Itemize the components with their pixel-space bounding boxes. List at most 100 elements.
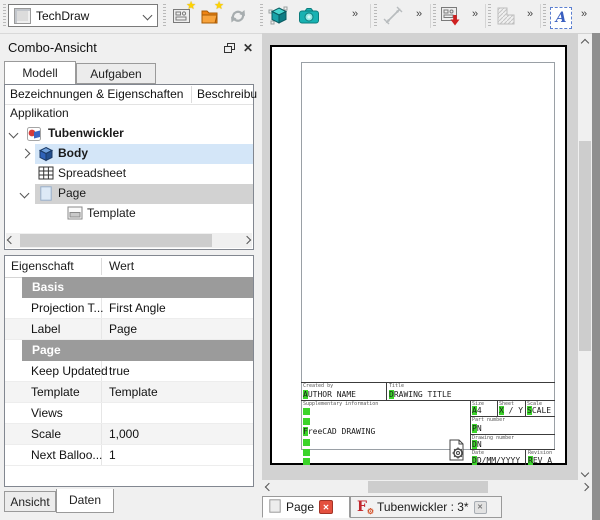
property-value[interactable]: Page bbox=[109, 322, 137, 336]
combo-view-panel: Combo-Ansicht ✕ Modell Aufgaben Bezeichn… bbox=[0, 36, 258, 520]
vertical-scrollbar[interactable] bbox=[578, 34, 592, 480]
tab-ansicht[interactable]: Ansicht bbox=[4, 491, 56, 512]
property-row[interactable]: Template Template bbox=[5, 382, 253, 403]
property-value[interactable]: First Angle bbox=[109, 301, 166, 315]
tree-item-document[interactable]: Tubenwickler bbox=[5, 124, 253, 144]
toolbar-overflow-button[interactable]: » bbox=[352, 8, 357, 20]
size-value[interactable]: A4 bbox=[472, 406, 482, 415]
scrollbar-thumb[interactable] bbox=[20, 234, 212, 247]
drawing-view-area[interactable]: Created by AUTHOR NAME Title DRAWING TIT… bbox=[262, 33, 592, 520]
expander-down-icon[interactable] bbox=[9, 129, 19, 139]
part-number-value[interactable]: PN bbox=[472, 424, 482, 433]
tree-item-body[interactable]: Body bbox=[5, 144, 253, 164]
tree-item-page[interactable]: Page bbox=[5, 184, 253, 204]
revision-value[interactable]: REV A bbox=[528, 456, 552, 465]
mdi-tab-label: Page bbox=[286, 500, 314, 514]
property-header-name: Eigenschaft bbox=[11, 259, 74, 273]
expander-down-icon[interactable] bbox=[20, 189, 30, 199]
toolbar-overflow-button[interactable]: » bbox=[581, 8, 586, 20]
toolbar-overflow-button[interactable]: » bbox=[527, 8, 532, 20]
tree-horizontal-scrollbar[interactable] bbox=[6, 233, 252, 248]
property-row[interactable]: Label Page bbox=[5, 319, 253, 340]
mdi-tab-page[interactable]: Page ✕ bbox=[262, 496, 350, 518]
date-value[interactable]: DD/MM/YYYY bbox=[472, 456, 520, 465]
supplementary-value[interactable]: FreeCAD DRAWING bbox=[303, 427, 375, 436]
drawing-number-value[interactable]: DN bbox=[472, 440, 482, 449]
workbench-selector[interactable]: TechDraw bbox=[8, 4, 158, 27]
scroll-down-icon[interactable] bbox=[582, 470, 588, 476]
toolbar-overflow-button[interactable]: » bbox=[416, 8, 421, 20]
editable-field-marker[interactable] bbox=[303, 449, 310, 456]
tab-modell[interactable]: Modell bbox=[4, 61, 76, 84]
toolbar-grip[interactable] bbox=[543, 4, 546, 28]
toolbar-grip[interactable] bbox=[163, 4, 166, 28]
redraw-page-button[interactable] bbox=[225, 3, 251, 29]
tab-aufgaben[interactable]: Aufgaben bbox=[76, 63, 156, 84]
editable-field-marker[interactable] bbox=[303, 408, 310, 415]
horizontal-scrollbar[interactable] bbox=[262, 480, 592, 494]
toolbar-grip[interactable] bbox=[260, 4, 263, 28]
property-value[interactable]: true bbox=[109, 364, 130, 378]
column-divider[interactable] bbox=[101, 258, 102, 275]
close-panel-icon[interactable]: ✕ bbox=[243, 41, 253, 55]
drawing-page[interactable]: Created by AUTHOR NAME Title DRAWING TIT… bbox=[270, 45, 567, 465]
property-value[interactable]: Template bbox=[109, 385, 158, 399]
scroll-right-icon[interactable] bbox=[244, 237, 250, 243]
tree-item-template[interactable]: Template bbox=[5, 204, 253, 224]
property-row[interactable]: Views bbox=[5, 403, 253, 424]
scroll-right-icon[interactable] bbox=[582, 484, 588, 490]
toolbar-grip[interactable] bbox=[3, 4, 6, 28]
toolbar-separator bbox=[540, 4, 541, 28]
property-header[interactable]: Eigenschaft Wert bbox=[5, 256, 253, 278]
annotation-button[interactable]: A bbox=[548, 3, 574, 29]
dimension-icon bbox=[382, 5, 404, 27]
toolbar-grip[interactable] bbox=[488, 4, 491, 28]
export-page-button[interactable] bbox=[438, 3, 464, 29]
title-label: Title bbox=[389, 383, 404, 389]
property-group-basis[interactable]: Basis bbox=[5, 277, 253, 298]
column-divider[interactable] bbox=[191, 86, 192, 103]
toolbar-grip[interactable] bbox=[374, 4, 377, 28]
editable-field-marker[interactable] bbox=[303, 458, 310, 465]
float-panel-icon[interactable] bbox=[224, 43, 235, 53]
scrollbar-thumb[interactable] bbox=[579, 141, 591, 351]
property-row[interactable]: Projection T... First Angle bbox=[5, 298, 253, 319]
dimension-button[interactable] bbox=[380, 3, 406, 29]
title-value[interactable]: DRAWING TITLE bbox=[389, 390, 452, 399]
scrollbar-thumb[interactable] bbox=[368, 481, 488, 493]
close-tab-icon[interactable]: ✕ bbox=[474, 501, 487, 514]
insert-page-template-button[interactable]: ★ bbox=[197, 3, 223, 29]
property-row[interactable]: Keep Updated true bbox=[5, 361, 253, 382]
property-value[interactable]: 1 bbox=[109, 448, 116, 462]
scroll-left-icon[interactable] bbox=[266, 484, 272, 490]
property-name: Label bbox=[31, 322, 60, 336]
close-tab-icon[interactable]: ✕ bbox=[319, 500, 333, 514]
scroll-up-icon[interactable] bbox=[582, 40, 588, 46]
property-value[interactable]: 1,000 bbox=[109, 427, 139, 441]
insert-default-page-button[interactable]: ★ bbox=[169, 3, 195, 29]
property-group-page[interactable]: Page bbox=[5, 340, 253, 361]
tab-daten[interactable]: Daten bbox=[56, 489, 114, 513]
editable-field-marker[interactable] bbox=[303, 418, 310, 425]
toolbar-grip[interactable] bbox=[433, 4, 436, 28]
mdi-tab-document[interactable]: F⚙ Tubenwickler : 3* ✕ bbox=[350, 496, 502, 518]
created-by-value[interactable]: AUTHOR NAME bbox=[303, 390, 356, 399]
tree-header[interactable]: Bezeichnungen & Eigenschaften Beschreibu bbox=[5, 85, 253, 105]
expander-right-icon[interactable] bbox=[21, 149, 31, 159]
sheet-value[interactable]: X / Y bbox=[499, 406, 523, 415]
scroll-left-icon[interactable] bbox=[8, 237, 14, 243]
property-row[interactable]: Scale 1,000 bbox=[5, 424, 253, 445]
insert-view-button[interactable] bbox=[266, 3, 292, 29]
tree-item-application[interactable]: Applikation bbox=[5, 104, 253, 124]
property-row[interactable]: Next Balloo... 1 bbox=[5, 445, 253, 466]
template-settings-icon[interactable] bbox=[447, 438, 467, 465]
toolbar-overflow-button[interactable]: » bbox=[472, 8, 477, 20]
scale-value[interactable]: SCALE bbox=[527, 406, 551, 415]
tb-line bbox=[470, 400, 471, 450]
tree-item-spreadsheet[interactable]: Spreadsheet bbox=[5, 164, 253, 184]
editable-field-marker[interactable] bbox=[303, 439, 310, 446]
insert-active-view-button[interactable] bbox=[296, 3, 322, 29]
property-name: Scale bbox=[31, 427, 61, 441]
combo-view-titlebar[interactable]: Combo-Ansicht ✕ bbox=[0, 38, 258, 58]
hatch-button[interactable] bbox=[493, 3, 519, 29]
